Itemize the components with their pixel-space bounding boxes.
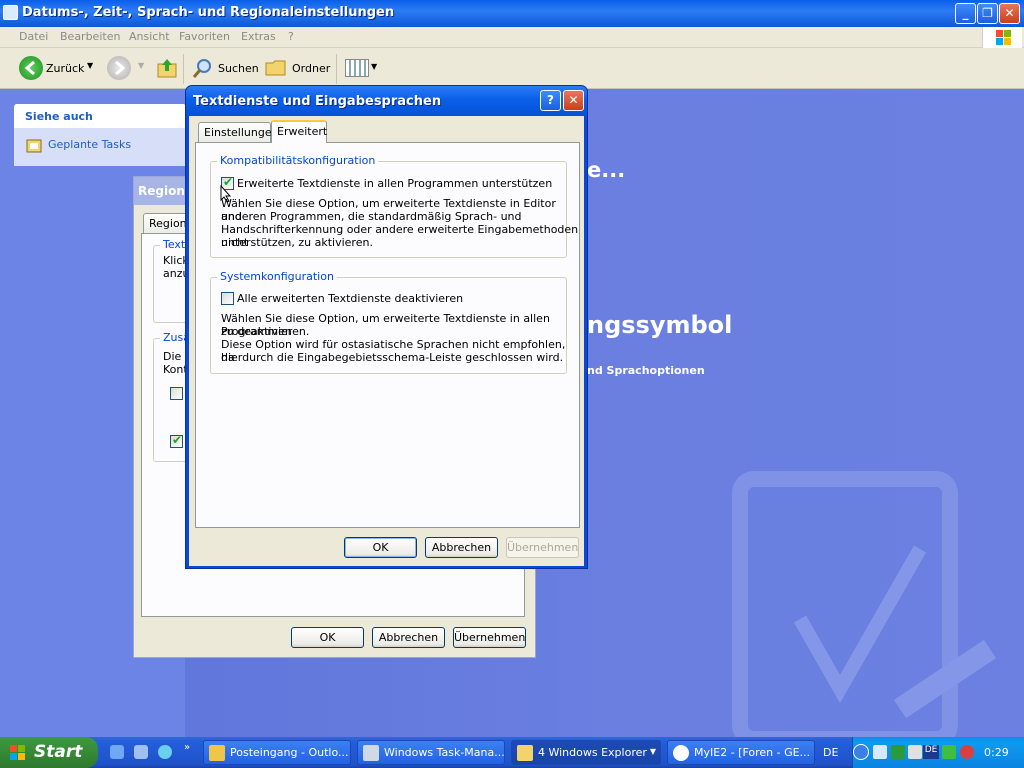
quicklaunch-desktop-icon[interactable] xyxy=(134,745,148,759)
window-titlebar: Datums-, Zeit-, Sprach- und Regionaleins… xyxy=(0,0,1024,27)
language-indicator[interactable]: DE xyxy=(823,746,838,759)
views-icon[interactable] xyxy=(345,59,369,77)
compat-group-label: Kompatibilitätskonfiguration xyxy=(217,154,379,167)
text-services-dialog: Textdienste und Eingabesprachen ? ✕ Eins… xyxy=(185,85,588,569)
tab-panel: Kompatibilitätskonfiguration Erweiterte … xyxy=(195,142,580,528)
category-heading-partial: e... xyxy=(587,158,626,182)
start-button[interactable]: Start xyxy=(0,737,98,768)
quicklaunch-ie-icon[interactable] xyxy=(110,745,124,759)
dialog-close-button[interactable]: ✕ xyxy=(563,90,584,111)
dialog-titlebar: Textdienste und Eingabesprachen ? ✕ xyxy=(186,86,587,116)
tab-erweitert[interactable]: Erweitert xyxy=(271,120,327,143)
tab-einstellungen[interactable]: Einstellungen xyxy=(198,122,279,142)
tray-messenger-icon[interactable] xyxy=(942,745,956,759)
folders-icon[interactable] xyxy=(265,58,287,78)
menu-help[interactable]: ? xyxy=(288,30,294,43)
back-button-label[interactable]: Zurück xyxy=(46,62,84,75)
see-also-heading: Siehe auch xyxy=(14,104,186,128)
tray-expand-icon[interactable] xyxy=(853,744,869,760)
menu-datei[interactable]: Datei xyxy=(19,30,48,43)
task-myie2[interactable]: MyIE2 - [Foren - GE... xyxy=(667,740,815,765)
system-desc-line4: hierdurch die Eingabegebietsschema-Leist… xyxy=(221,351,564,364)
search-button-label[interactable]: Suchen xyxy=(218,62,259,75)
myie2-icon xyxy=(673,745,689,761)
dialog-title: Textdienste und Eingabesprachen xyxy=(193,94,442,109)
quicklaunch-more-icon[interactable]: » xyxy=(184,742,190,753)
search-icon[interactable] xyxy=(192,57,214,79)
category-task-partial: ngssymbol xyxy=(587,311,733,339)
system-desc-line2: zu deaktivieren. xyxy=(221,325,310,338)
task-explorer-label: 4 Windows Explorer xyxy=(538,746,647,759)
minimize-button[interactable]: _ xyxy=(955,3,976,24)
system-group-label: Systemkonfiguration xyxy=(217,270,337,283)
system-tray: DE 0:29 xyxy=(852,737,1024,768)
control-panel-link-partial[interactable]: nd Sprachoptionen xyxy=(587,364,705,377)
outlook-icon xyxy=(209,745,225,761)
taskbar: Start » Posteingang - Outlo... Windows T… xyxy=(0,737,1024,768)
task-outlook[interactable]: Posteingang - Outlo... xyxy=(203,740,351,765)
tray-security-icon[interactable] xyxy=(960,745,974,759)
watermark-check-icon xyxy=(732,471,997,747)
window-title: Datums-, Zeit-, Sprach- und Regionaleins… xyxy=(22,5,395,20)
start-label: Start xyxy=(34,742,83,762)
task-taskmanager[interactable]: Windows Task-Mana... xyxy=(357,740,505,765)
compat-checkbox-label[interactable]: Erweiterte Textdienste in allen Programm… xyxy=(237,177,552,190)
task-explorer-group[interactable]: 4 Windows Explorer ▼ xyxy=(511,740,661,765)
regional-cancel-button[interactable]: Abbrechen xyxy=(372,627,445,648)
task-outlook-label: Posteingang - Outlo... xyxy=(230,746,349,759)
menu-bar: Datei Bearbeiten Ansicht Favoriten Extra… xyxy=(0,27,1024,48)
regional-checkbox-1[interactable] xyxy=(170,387,183,400)
see-also-panel: Siehe auch Geplante Tasks xyxy=(14,104,186,166)
menu-favoriten[interactable]: Favoriten xyxy=(179,30,230,43)
ok-button[interactable]: OK xyxy=(344,537,417,558)
menu-extras[interactable]: Extras xyxy=(241,30,276,43)
quicklaunch-media-icon[interactable] xyxy=(158,745,172,759)
regional-apply-button[interactable]: Übernehmen xyxy=(453,627,526,648)
system-checkbox[interactable] xyxy=(221,292,234,305)
help-button[interactable]: ? xyxy=(540,90,561,111)
task-myie2-label: MyIE2 - [Foren - GE... xyxy=(694,746,811,759)
compat-desc-line4: unterstützen, zu aktivieren. xyxy=(221,236,373,249)
extra-group-line2: Kont xyxy=(163,363,188,376)
taskmanager-icon xyxy=(363,745,379,761)
cancel-button[interactable]: Abbrechen xyxy=(425,537,498,558)
tray-language-icon[interactable]: DE xyxy=(923,745,939,759)
folders-button-label[interactable]: Ordner xyxy=(292,62,330,75)
regional-ok-button[interactable]: OK xyxy=(291,627,364,648)
windows-logo-icon xyxy=(982,27,1022,48)
windows-flag-icon xyxy=(10,745,25,760)
tray-network-icon[interactable] xyxy=(908,745,922,759)
group-dropdown-icon: ▼ xyxy=(649,747,656,756)
menu-bearbeiten[interactable]: Bearbeiten xyxy=(60,30,120,43)
scheduled-tasks-link[interactable]: Geplante Tasks xyxy=(48,138,131,151)
menu-ansicht[interactable]: Ansicht xyxy=(129,30,170,43)
compat-desc-line2: anderen Programmen, die standardmäßig Sp… xyxy=(221,210,522,223)
close-button[interactable]: ✕ xyxy=(999,3,1020,24)
regional-checkbox-2[interactable] xyxy=(170,433,183,448)
up-folder-icon[interactable] xyxy=(156,57,178,79)
tray-app-icon[interactable] xyxy=(891,745,905,759)
dialog-body: Einstellungen Erweitert Kompatibilitätsk… xyxy=(189,116,584,566)
app-icon xyxy=(3,5,18,20)
restore-button[interactable]: ❐ xyxy=(977,3,998,24)
toolbar: Zurück ▼ ▼ Suchen Ordner ▼ xyxy=(0,48,1024,89)
back-dropdown-icon[interactable]: ▼ xyxy=(87,61,93,70)
folder-icon xyxy=(517,745,533,761)
back-arrow-icon[interactable] xyxy=(19,56,43,80)
apply-button[interactable]: Übernehmen xyxy=(506,537,579,558)
system-checkbox-label[interactable]: Alle erweiterten Textdienste deaktiviere… xyxy=(237,292,463,305)
tray-printer-icon[interactable] xyxy=(873,745,887,759)
forward-dropdown-icon[interactable]: ▼ xyxy=(138,61,144,70)
scheduled-tasks-icon xyxy=(26,137,42,153)
clock: 0:29 xyxy=(984,746,1009,759)
forward-arrow-icon[interactable] xyxy=(107,56,131,80)
task-taskmanager-label: Windows Task-Mana... xyxy=(384,746,505,759)
views-dropdown-icon[interactable]: ▼ xyxy=(371,62,377,71)
